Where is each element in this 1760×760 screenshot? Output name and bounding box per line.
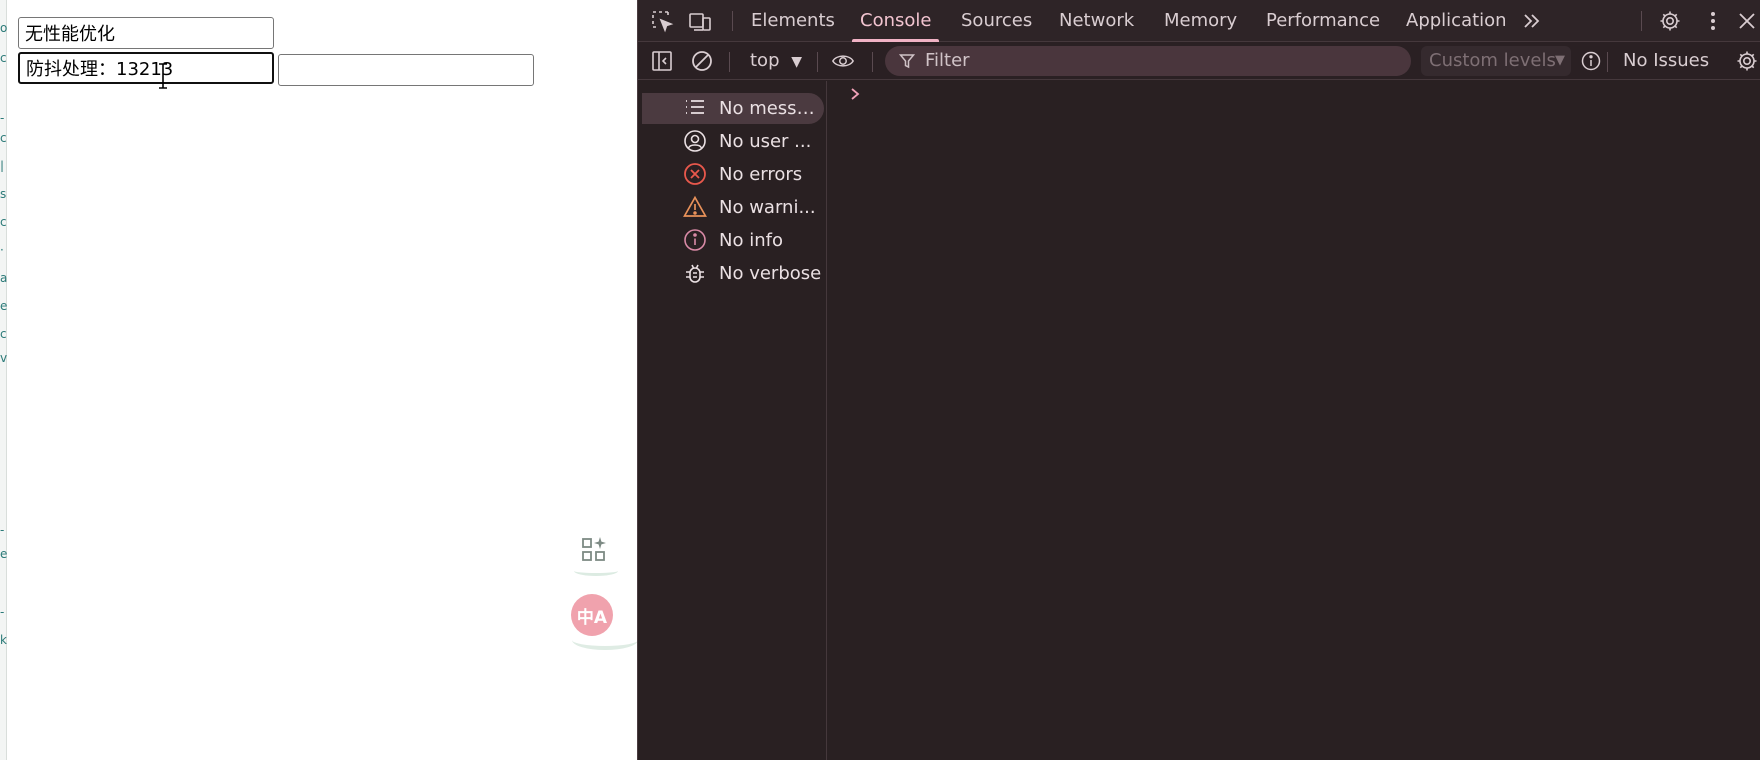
text-cursor-icon xyxy=(159,63,167,89)
translate-button[interactable]: 中A xyxy=(571,594,613,636)
apps-sparkle-icon[interactable] xyxy=(572,528,618,576)
info-icon xyxy=(684,229,706,251)
devtools-panel: Elements Console Sources Network Memory … xyxy=(637,0,1760,760)
tabbar-divider xyxy=(732,11,733,31)
no-issues-label[interactable]: No Issues xyxy=(1623,42,1709,80)
filter-placeholder: Filter xyxy=(925,50,970,71)
edge-glyph: - xyxy=(0,524,5,536)
console-toolbar: top ▼ Filter Custom levels ▼ No Issues xyxy=(638,42,1760,80)
user-icon xyxy=(684,130,706,152)
sidebar-item-info[interactable]: No info xyxy=(642,225,824,256)
sidebar-item-label: No messa... xyxy=(719,98,822,119)
more-tabs-chevron-icon[interactable] xyxy=(1520,9,1544,33)
toolbar-divider-3 xyxy=(872,52,873,72)
empty-input[interactable] xyxy=(278,54,534,86)
settings-gear-icon[interactable] xyxy=(1658,9,1682,33)
edge-glyph: k xyxy=(0,634,7,646)
context-label: top xyxy=(750,50,780,71)
edge-glyph: e xyxy=(0,548,7,560)
device-toolbar-icon[interactable] xyxy=(688,9,712,33)
edge-glyph: c xyxy=(0,52,7,64)
close-icon[interactable] xyxy=(1735,9,1759,33)
edge-glyph: v xyxy=(0,352,7,364)
edge-glyph: c xyxy=(0,328,7,340)
sidebar-item-verbose[interactable]: No verbose xyxy=(642,258,824,289)
sidebar-item-warnings[interactable]: No warni... xyxy=(642,192,824,223)
edge-glyph: s xyxy=(0,188,7,200)
console-output-area[interactable] xyxy=(828,81,1760,760)
tab-memory[interactable]: Memory xyxy=(1164,0,1237,42)
apps-button-glow xyxy=(574,566,618,576)
filter-input[interactable]: Filter xyxy=(885,46,1411,76)
debounce-input[interactable] xyxy=(18,52,274,84)
sidebar-item-label: No errors xyxy=(719,164,803,185)
sidebar-item-label: No verbose xyxy=(719,263,822,284)
web-page-viewport: oc-c|sc·aecv-e-k 中A xyxy=(0,0,637,760)
translate-label: 中A xyxy=(576,607,608,628)
edge-glyph: c xyxy=(0,132,7,144)
devtools-tabbar: Elements Console Sources Network Memory … xyxy=(638,0,1760,42)
console-prompt-chevron-icon xyxy=(851,88,860,100)
bug-icon xyxy=(686,264,704,283)
edge-glyph: | xyxy=(0,160,5,172)
console-settings-gear-icon[interactable] xyxy=(1735,49,1759,73)
sidebar-item-messages[interactable]: No messa... xyxy=(642,93,824,124)
tab-performance[interactable]: Performance xyxy=(1266,0,1380,42)
inspect-element-icon[interactable] xyxy=(650,9,674,33)
edge-glyph: e xyxy=(0,300,7,312)
tab-application[interactable]: Application xyxy=(1406,0,1507,42)
edge-glyph: - xyxy=(0,112,5,124)
list-icon xyxy=(686,100,704,114)
sidebar-item-user-messages[interactable]: No user ... xyxy=(642,126,824,157)
live-expression-eye-icon[interactable] xyxy=(831,49,855,73)
toolbar-divider xyxy=(729,52,730,72)
sidebar-toggle-icon[interactable] xyxy=(650,49,674,73)
custom-levels-dropdown[interactable]: Custom levels ▼ xyxy=(1421,46,1571,76)
edge-glyph: c xyxy=(0,216,7,228)
error-icon xyxy=(684,163,706,185)
edge-glyph: a xyxy=(0,272,7,284)
toolbar-divider-4 xyxy=(1607,52,1608,72)
context-selector[interactable]: top ▼ xyxy=(750,42,802,80)
edge-glyph: - xyxy=(0,606,5,618)
tabbar-divider-right xyxy=(1641,11,1642,31)
tab-sources[interactable]: Sources xyxy=(961,0,1032,42)
plain-input[interactable] xyxy=(18,17,274,49)
sidebar-item-errors[interactable]: No errors xyxy=(642,159,824,190)
edge-glyph: · xyxy=(0,244,4,256)
tab-console[interactable]: Console xyxy=(852,0,940,42)
levels-label: Custom levels xyxy=(1429,50,1556,71)
caret-down-icon: ▼ xyxy=(791,54,803,70)
tab-network[interactable]: Network xyxy=(1059,0,1134,42)
tab-elements[interactable]: Elements xyxy=(751,0,835,42)
sidebar-item-label: No user ... xyxy=(719,131,812,152)
issues-info-icon[interactable] xyxy=(1579,49,1603,73)
filter-funnel-icon xyxy=(899,54,915,69)
sidebar-item-label: No warni... xyxy=(719,197,816,218)
console-sidebar: No messa... No user ... No errors No war… xyxy=(638,81,827,760)
toolbar-divider-2 xyxy=(817,52,818,72)
warning-icon xyxy=(683,195,707,217)
edge-glyph: o xyxy=(0,22,7,34)
levels-caret-icon: ▼ xyxy=(1555,53,1565,68)
tab-console-label: Console xyxy=(860,10,932,31)
more-options-icon[interactable] xyxy=(1701,9,1725,33)
sidebar-item-label: No info xyxy=(719,230,783,251)
clear-console-icon[interactable] xyxy=(690,49,714,73)
left-edge-strip: o c - c | s c · a e c v - e - k xyxy=(0,0,7,760)
